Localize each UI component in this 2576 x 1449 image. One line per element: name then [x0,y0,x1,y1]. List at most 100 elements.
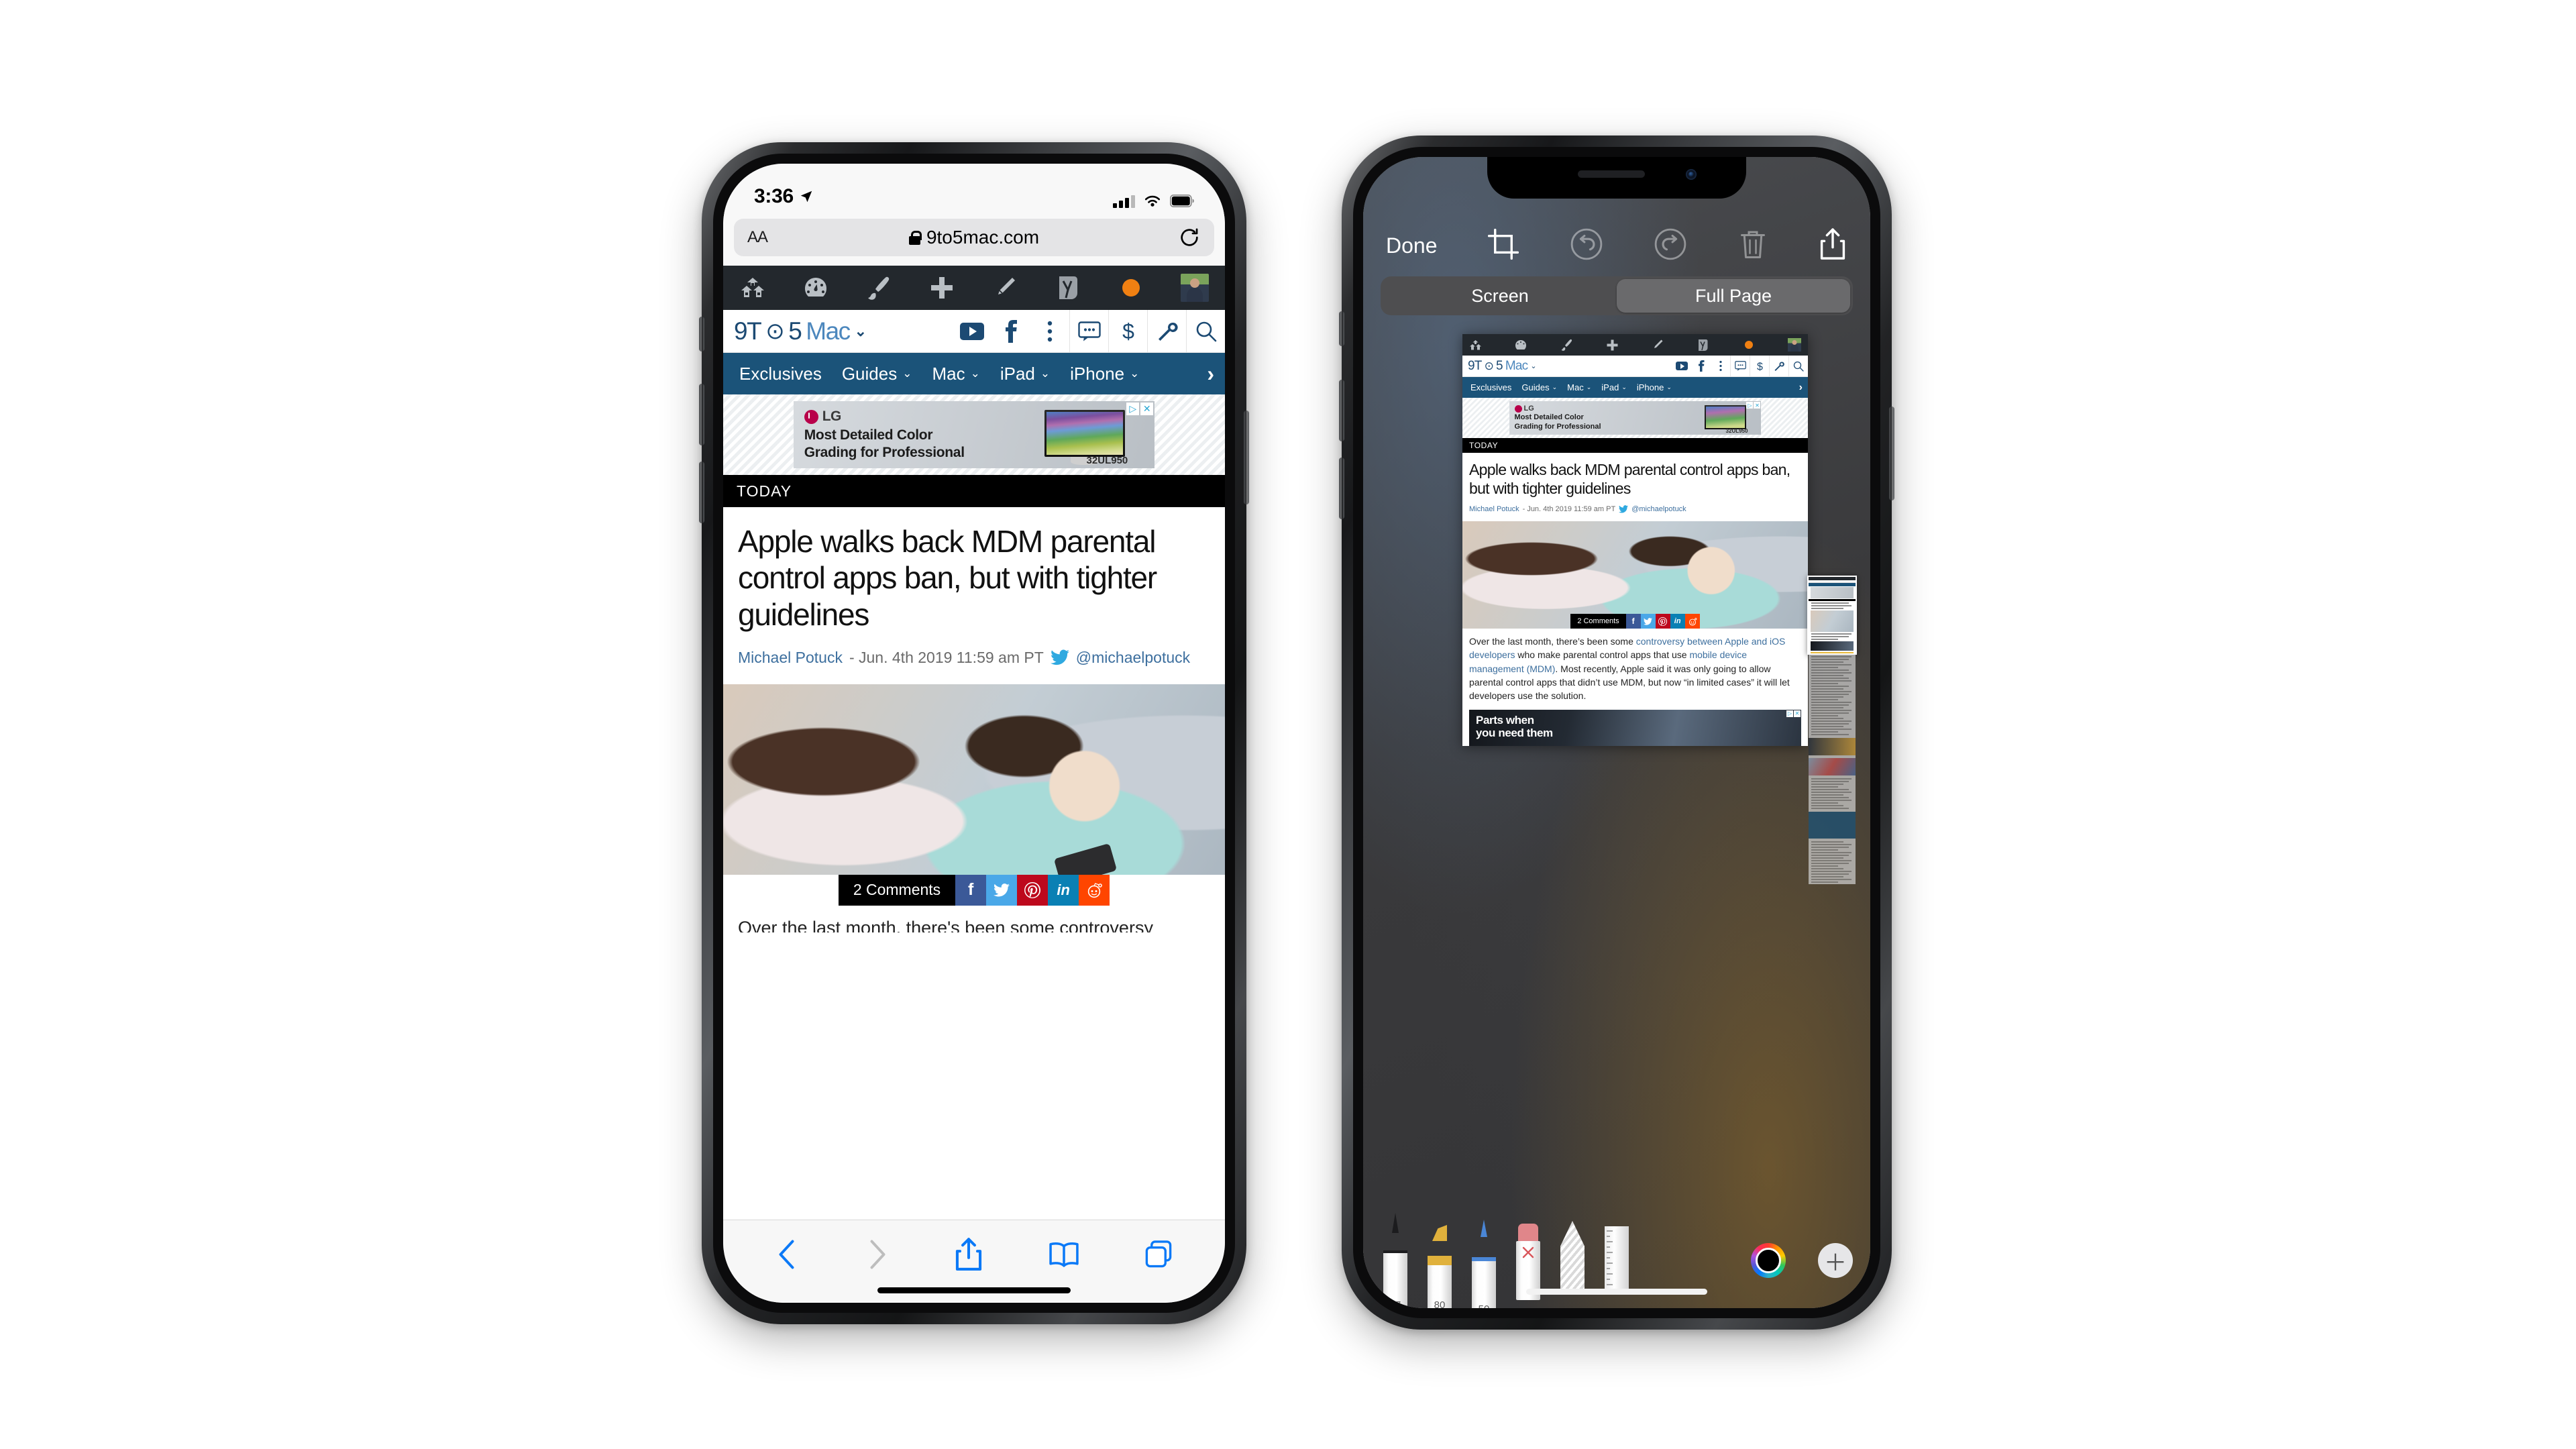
chevron-down-icon[interactable]: ⌄ [855,323,867,340]
site-logo[interactable]: 9T ⊙ 5 Mac ⌄ [723,317,867,345]
sidebar-item-mac[interactable]: Mac ⌄ [932,364,979,384]
ad-headline-line2: Grading for Professional [804,444,965,460]
capture-mode-segmented-control[interactable]: Screen Full Page [1381,276,1853,315]
tools-wrench-icon [1769,356,1788,376]
adchoices-icon[interactable]: ▷ [1126,402,1140,415]
dashboard-icon [1515,339,1527,352]
wordpress-admin-bar[interactable] [723,266,1225,310]
ad-banner-zone: LG Most Detailed Color Grading for Profe… [723,394,1225,475]
lg-brand-label: LG [822,409,842,424]
share-up-arrow-icon[interactable] [954,1237,983,1272]
back-chevron-icon[interactable] [775,1238,800,1271]
more-vertical-icon[interactable] [1030,310,1069,352]
comments-icon[interactable] [1069,310,1108,352]
lasso-tool[interactable] [1558,1221,1587,1291]
logo-prefix: 9T [734,317,762,345]
site-logo: 9T ⊙ 5 Mac ⌄ [1468,358,1537,373]
facebook-icon[interactable] [991,310,1030,352]
linkedin-share-button[interactable]: in [1048,874,1079,906]
chevron-down-icon: ⌄ [1530,362,1536,370]
trash-icon[interactable] [1738,228,1768,264]
page-thumbnail-strip[interactable] [1807,576,1857,884]
book-icon[interactable] [1049,1241,1079,1268]
nav-label: Guides [841,363,898,384]
crop-icon[interactable] [1487,228,1519,263]
facebook-share-button[interactable]: f [955,874,987,906]
highlighter-tool[interactable]: 80 [1425,1225,1454,1308]
volume-up-button[interactable] [1339,380,1344,441]
site-nav[interactable]: Exclusives Guides ⌄ Mac ⌄ iPad ⌄ iPhone ⌄ › [723,353,1225,394]
tab-full-page[interactable]: Full Page [1617,279,1850,313]
right-iphone-device: Done Screen Full Page 9T ⊙ 5 Mac ⌄ $ Exc… [1339,136,1894,1330]
twitter-share-button[interactable] [986,874,1018,906]
thumbnail-full-page[interactable] [1809,655,1856,884]
lg-ad-banner: LG Most Detailed Color Grading for Profe… [1509,401,1762,435]
forward-chevron-icon[interactable] [865,1238,889,1271]
screenshot-preview[interactable]: 9T ⊙ 5 Mac ⌄ $ Exclusives Guides ⌄ Mac ⌄… [1462,334,1808,746]
twitter-handle[interactable]: @michaelpotuck [1076,649,1190,667]
author-name[interactable]: Michael Potuck [738,649,843,667]
sidebar-item-guides[interactable]: Guides ⌄ [842,364,912,384]
user-avatar[interactable] [1181,274,1209,302]
dashboard-icon[interactable] [802,274,829,301]
home-indicator[interactable] [1526,1289,1707,1295]
mute-switch[interactable] [699,317,704,352]
volume-down-button[interactable] [1339,458,1344,519]
undo-icon[interactable] [1570,227,1603,264]
ruler-tool[interactable] [1602,1226,1631,1291]
volume-down-button[interactable] [699,462,704,523]
chevron-right-icon[interactable]: › [1207,362,1225,386]
pinterest-share-button [1655,614,1670,629]
home-indicator[interactable] [877,1287,1071,1293]
mute-switch[interactable] [1339,311,1344,346]
pen-tool[interactable]: 97 [1381,1213,1410,1308]
yoast-seo-icon [1697,339,1709,352]
volume-up-button[interactable] [699,384,704,445]
reddit-share-button [1684,614,1700,629]
deals-dollar-icon[interactable]: $ [1108,310,1147,352]
site-icon[interactable] [739,274,766,301]
sidebar-item-exclusives[interactable]: Exclusives [739,364,822,384]
youtube-icon[interactable] [953,310,991,352]
redo-icon[interactable] [1654,227,1687,264]
add-markup-element-button[interactable]: ＋ [1818,1243,1853,1278]
side-power-button[interactable] [1889,407,1894,500]
lg-ad-banner[interactable]: LG Most Detailed Color Grading for Profe… [793,401,1155,468]
preview-ad-banner-2: Parts when you need them ▷ ✕ [1469,709,1801,746]
sidebar-item-ipad[interactable]: iPad ⌄ [1000,364,1050,384]
close-x-icon[interactable]: ✕ [1140,402,1154,415]
url-display[interactable]: 9to5mac.com [734,227,1214,248]
address-bar[interactable]: AA 9to5mac.com [734,219,1214,256]
customize-brush-icon[interactable] [865,274,892,301]
pinterest-share-button[interactable] [1017,874,1049,906]
color-picker-wheel[interactable] [1751,1243,1786,1278]
reddit-share-button[interactable] [1079,874,1110,906]
comments-count-button[interactable]: 2 Comments [838,874,956,906]
preview-wp-admin-bar [1462,334,1808,356]
notch [1487,157,1746,199]
tab-screen[interactable]: Screen [1383,279,1617,313]
thumbnail-selected-page[interactable] [1807,576,1857,655]
tabs-icon[interactable] [1144,1240,1173,1269]
side-power-button[interactable] [1244,411,1249,504]
status-dot-icon[interactable] [1118,274,1144,301]
cellular-bars-icon [1113,195,1135,208]
new-content-plus-icon[interactable] [928,274,955,301]
status-time-label: 3:36 [754,185,794,207]
yoast-seo-icon[interactable] [1055,274,1081,301]
twitter-handle: @michaelpotuck [1631,505,1686,514]
comments-count-button: 2 Comments [1570,614,1626,629]
status-bar: 3:36 [723,164,1225,215]
logo-suffix: Mac [1505,358,1528,373]
svg-text:$: $ [1122,319,1134,343]
sidebar-item-iphone[interactable]: iPhone ⌄ [1070,364,1139,384]
tools-wrench-icon[interactable] [1147,310,1186,352]
pencil-tool[interactable]: 50 [1469,1220,1499,1308]
done-button[interactable]: Done [1386,233,1438,258]
ad-model-label: 32UL950 [1086,455,1128,466]
facebook-icon [1691,356,1711,376]
close-x-icon: ✕ [1794,710,1801,717]
share-up-arrow-icon[interactable] [1818,227,1847,264]
edit-pencil-icon[interactable] [991,274,1018,301]
search-icon[interactable] [1186,310,1225,352]
